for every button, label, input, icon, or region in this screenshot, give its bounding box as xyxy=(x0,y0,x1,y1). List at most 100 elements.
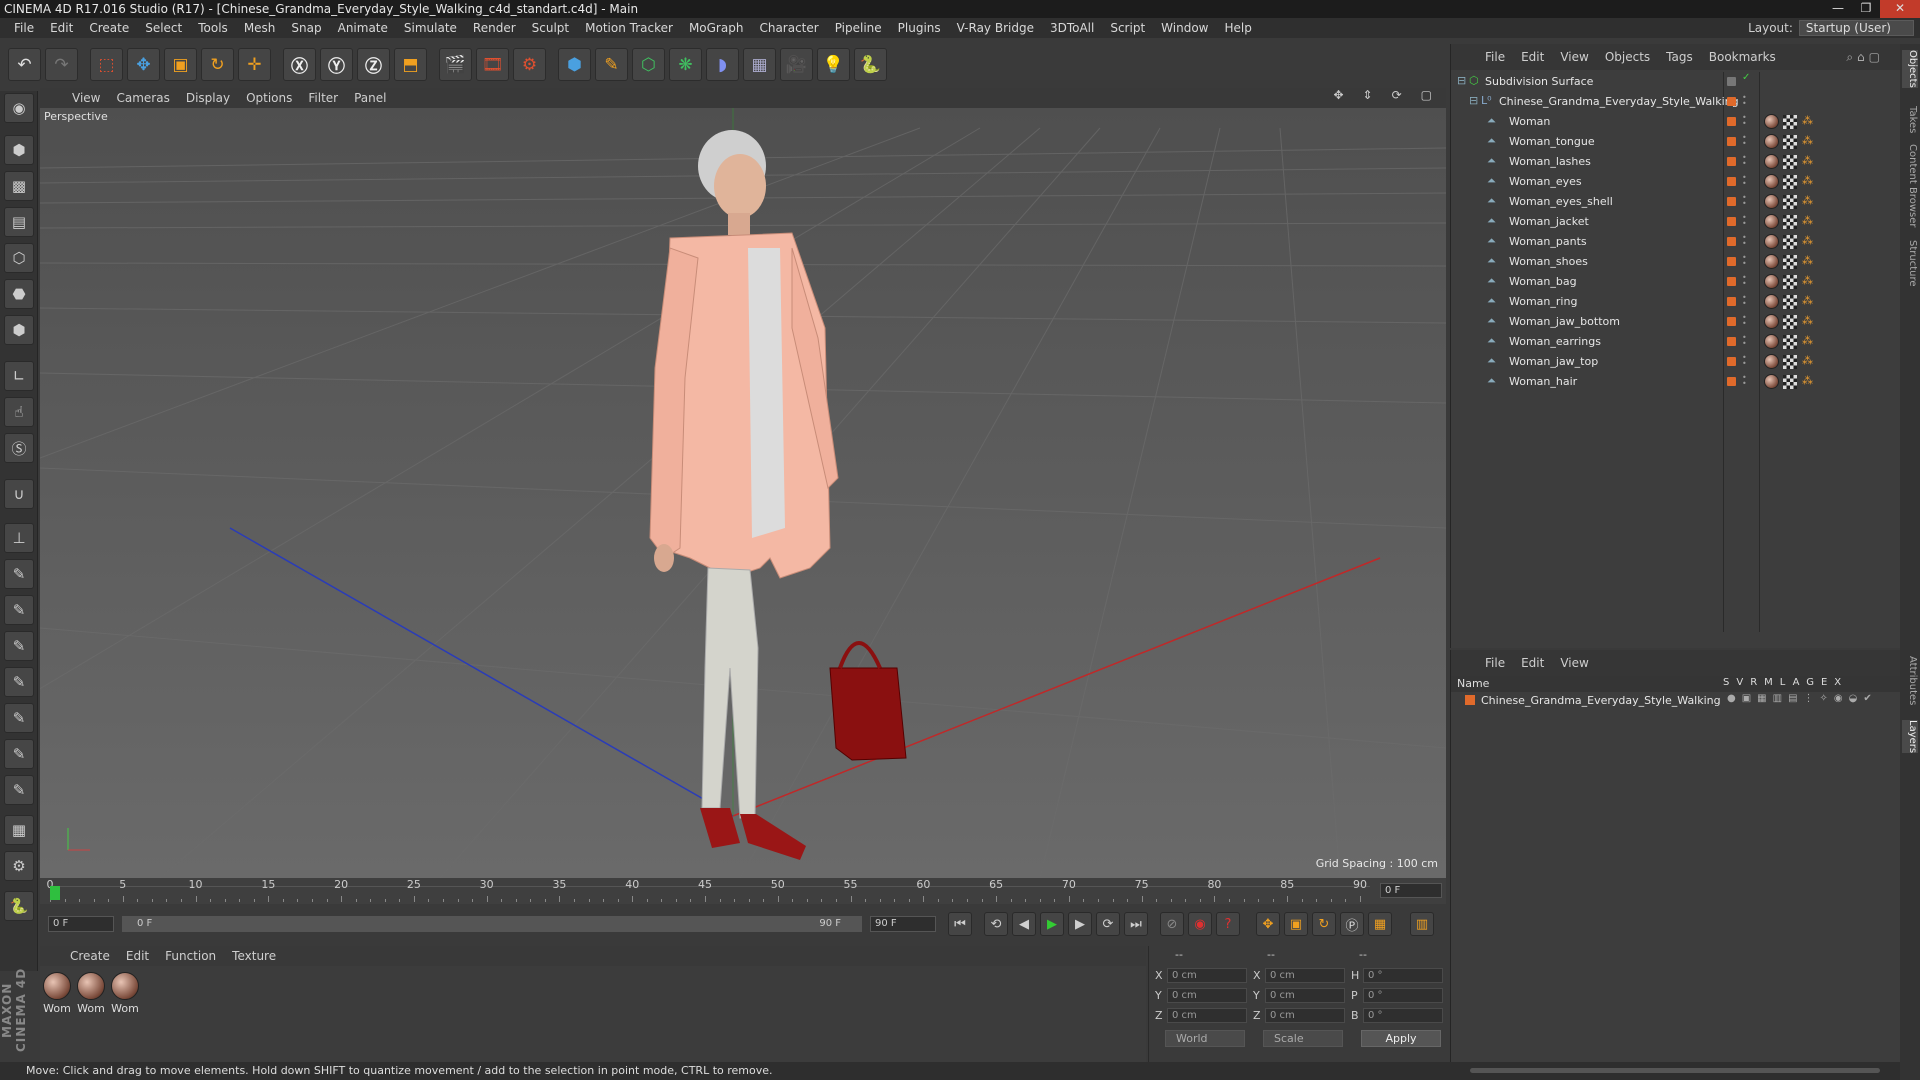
menu-render[interactable]: Render xyxy=(465,21,524,35)
menu-mesh[interactable]: Mesh xyxy=(236,21,284,35)
viewport-menu-view[interactable]: View xyxy=(64,91,108,105)
object-row-subdivision[interactable]: ⊟ ⬡ Subdivision Surface ✓ xyxy=(1451,72,1901,92)
size-z-field[interactable]: 0 cm xyxy=(1265,1008,1345,1023)
collapse-icon[interactable]: ⊟ xyxy=(1457,74,1466,87)
move-icon[interactable]: ✥ xyxy=(127,48,160,81)
visibility-dots-icon[interactable]: • • xyxy=(1742,374,1747,388)
next-frame-icon[interactable]: ▶ xyxy=(1068,912,1092,936)
uvw-tag-icon[interactable] xyxy=(1783,195,1797,209)
enable-axis-icon[interactable]: ⚙ xyxy=(4,851,34,881)
menu-pipeline[interactable]: Pipeline xyxy=(827,21,890,35)
coordinate-space-dropdown[interactable]: World xyxy=(1165,1030,1245,1047)
tab-content-browser[interactable]: Content Browser xyxy=(1902,144,1918,227)
uvw-tag-icon[interactable] xyxy=(1783,215,1797,229)
brush-icon-3[interactable]: ✎ xyxy=(4,631,34,661)
selection-tag-icon[interactable]: ⁂ xyxy=(1802,114,1813,127)
visibility-dots-icon[interactable]: • • xyxy=(1742,254,1747,268)
subdivision-icon[interactable]: ⬡ xyxy=(632,48,665,81)
object-row[interactable]: ⏶ Woman_earrings • • ⁂ xyxy=(1451,332,1901,352)
frame-range-slider[interactable]: 0 F 90 F xyxy=(122,916,862,932)
material-tag-icon[interactable] xyxy=(1764,154,1779,169)
tab-structure[interactable]: Structure xyxy=(1902,240,1918,287)
layer-flags-icons[interactable]: ●▣▦▥▤⋮✧◉◒✔ xyxy=(1727,693,1878,704)
make-editable-icon[interactable]: ◉ xyxy=(4,93,34,123)
pen-icon[interactable]: ✎ xyxy=(595,48,628,81)
camera-icon[interactable]: 🎥 xyxy=(780,48,813,81)
play-icon[interactable]: ▶ xyxy=(1040,912,1064,936)
uvw-tag-icon[interactable] xyxy=(1783,255,1797,269)
previous-frame-icon[interactable]: ◀ xyxy=(1012,912,1036,936)
selection-tag-icon[interactable]: ⁂ xyxy=(1802,214,1813,227)
uvw-tag-icon[interactable] xyxy=(1783,335,1797,349)
apply-button[interactable]: Apply xyxy=(1361,1030,1441,1047)
visibility-dots-icon[interactable]: • • xyxy=(1742,234,1747,248)
selection-tag-icon[interactable]: ⁂ xyxy=(1802,314,1813,327)
brush-icon-5[interactable]: ✎ xyxy=(4,703,34,733)
layer-menu-view[interactable]: View xyxy=(1552,656,1596,670)
key-position-icon[interactable]: ✥ xyxy=(1256,912,1280,936)
tab-layers[interactable]: Layers xyxy=(1902,720,1918,754)
menu-select[interactable]: Select xyxy=(137,21,190,35)
object-row[interactable]: ⏶ Woman_tongue • • ⁂ xyxy=(1451,132,1901,152)
position-z-field[interactable]: 0 cm xyxy=(1167,1008,1247,1023)
visibility-dots-icon[interactable]: • • xyxy=(1742,94,1747,108)
object-row[interactable]: ⏶ Woman_shoes • • ⁂ xyxy=(1451,252,1901,272)
tab-takes[interactable]: Takes xyxy=(1902,106,1918,133)
menu-3dtoall[interactable]: 3DToAll xyxy=(1042,21,1102,35)
selection-tag-icon[interactable]: ⁂ xyxy=(1802,194,1813,207)
layer-color-icon[interactable] xyxy=(1465,695,1475,705)
uvw-tag-icon[interactable] xyxy=(1783,375,1797,389)
material-tag-icon[interactable] xyxy=(1764,174,1779,189)
selection-tag-icon[interactable]: ⁂ xyxy=(1802,274,1813,287)
uvw-tag-icon[interactable] xyxy=(1783,235,1797,249)
viewport-menu-panel[interactable]: Panel xyxy=(346,91,394,105)
maximize-icon[interactable]: ❐ xyxy=(1852,0,1880,18)
size-y-field[interactable]: 0 cm xyxy=(1265,988,1345,1003)
z-axis-icon[interactable]: Ⓩ xyxy=(357,48,390,81)
object-row[interactable]: ⏶ Woman_ring • • ⁂ xyxy=(1451,292,1901,312)
render-settings-icon[interactable]: ⚙ xyxy=(513,48,546,81)
selection-tag-icon[interactable]: ⁂ xyxy=(1802,234,1813,247)
visibility-dots-icon[interactable]: • • xyxy=(1742,194,1747,208)
model-mode-icon[interactable]: ⬢ xyxy=(4,135,34,165)
obj-menu-bookmarks[interactable]: Bookmarks xyxy=(1701,50,1784,64)
material-tag-icon[interactable] xyxy=(1764,234,1779,249)
visibility-dots-icon[interactable]: • • xyxy=(1742,214,1747,228)
menu-simulate[interactable]: Simulate xyxy=(396,21,465,35)
visibility-dots-icon[interactable]: • • xyxy=(1742,354,1747,368)
visibility-dots-icon[interactable]: • • xyxy=(1742,154,1747,168)
rotation-p-field[interactable]: 0 ° xyxy=(1363,988,1443,1003)
tab-objects[interactable]: Objects xyxy=(1902,50,1918,88)
render-view-icon[interactable]: 🎬 xyxy=(439,48,472,81)
material-tag-icon[interactable] xyxy=(1764,274,1779,289)
scrollbar-thumb[interactable] xyxy=(1470,1068,1880,1073)
workplane-icon[interactable]: ▤ xyxy=(4,207,34,237)
material-tag-icon[interactable] xyxy=(1764,114,1779,129)
next-key-icon[interactable]: ⟳ xyxy=(1096,912,1120,936)
axis-mode-icon[interactable]: ∟ xyxy=(4,361,34,391)
uvw-tag-icon[interactable] xyxy=(1783,355,1797,369)
rotation-h-field[interactable]: 0 ° xyxy=(1363,968,1443,983)
brush-icon-1[interactable]: ✎ xyxy=(4,559,34,589)
light-icon[interactable]: 💡 xyxy=(817,48,850,81)
menu-vray-bridge[interactable]: V-Ray Bridge xyxy=(949,21,1042,35)
python-icon[interactable]: 🐍 xyxy=(854,48,887,81)
grid-snap-icon[interactable]: ▦ xyxy=(4,815,34,845)
material-tag-icon[interactable] xyxy=(1764,314,1779,329)
menu-tools[interactable]: Tools xyxy=(190,21,236,35)
object-row[interactable]: ⏶ Woman_jaw_bottom • • ⁂ xyxy=(1451,312,1901,332)
brush-icon-4[interactable]: ✎ xyxy=(4,667,34,697)
object-row[interactable]: ⏶ Woman_jacket • • ⁂ xyxy=(1451,212,1901,232)
object-row-group[interactable]: ⊟ L⁰ Chinese_Grandma_Everyday_Style_Walk… xyxy=(1451,92,1901,112)
autokey-icon[interactable]: ? xyxy=(1216,912,1240,936)
layer-menu-edit[interactable]: Edit xyxy=(1513,656,1552,670)
key-parameter-icon[interactable]: Ⓟ xyxy=(1340,912,1364,936)
record-disabled-icon[interactable]: ⊘ xyxy=(1160,912,1184,936)
object-row[interactable]: ⏶ Woman • • ⁂ xyxy=(1451,112,1901,132)
cube-icon[interactable]: ⬢ xyxy=(558,48,591,81)
cloner-icon[interactable]: ❋ xyxy=(669,48,702,81)
uvw-tag-icon[interactable] xyxy=(1783,155,1797,169)
brush-icon-6[interactable]: ✎ xyxy=(4,739,34,769)
timeline-ruler[interactable]: 0 5 10 15 20 25 30 35 40 45 50 55 60 65 70 75 80 85 90 xyxy=(47,878,1370,902)
polygons-mode-icon[interactable]: ⬢ xyxy=(4,315,34,345)
